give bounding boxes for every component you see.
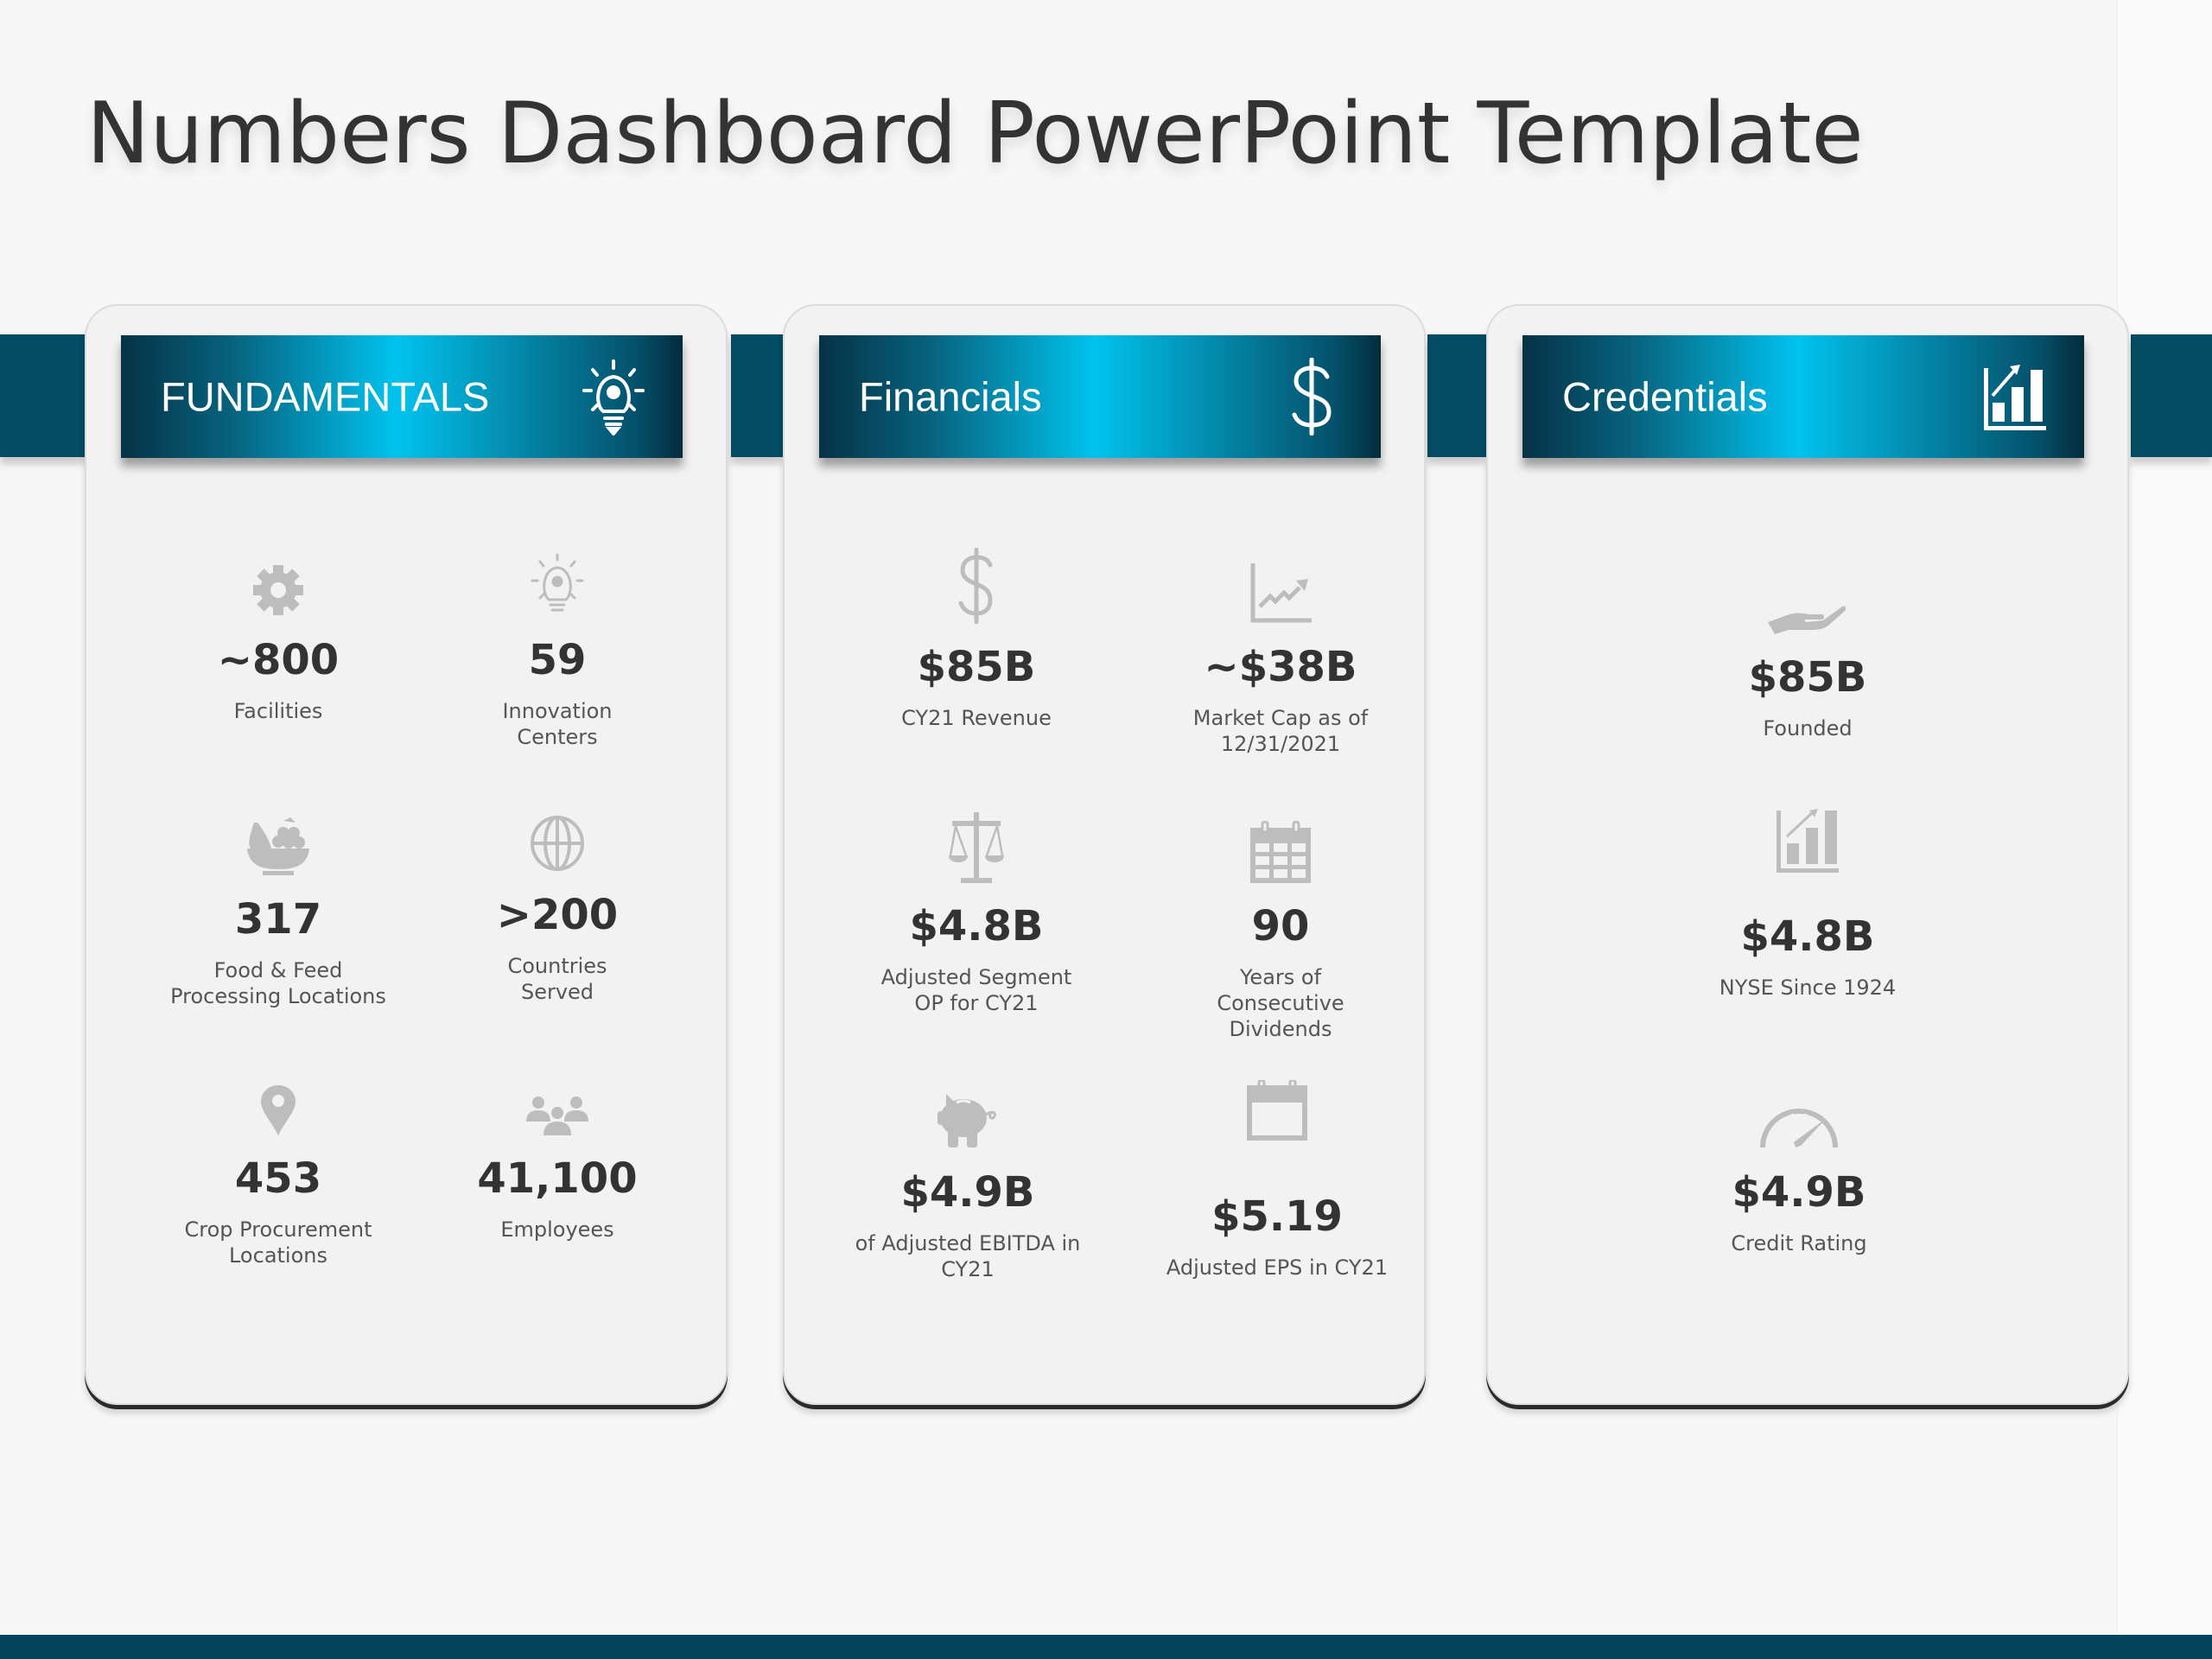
stat-label: of Adjusted EBITDA in CY21 [855,1231,1081,1281]
band-segment-left [0,334,86,457]
stat-value: $85B [917,643,1036,691]
card-credentials: Credentials $85B Founded $4.8B NYSE Sinc… [1486,304,2129,1405]
footer-bar [0,1635,2212,1659]
stat-label: Countries Served [507,954,607,1004]
stat-adjusted-segment-op: $4.8B Adjusted Segment OP for CY21 [830,797,1123,1016]
stat-founded: $85B Founded [1661,548,1955,741]
speedometer-icon [1760,1109,1838,1148]
stat-value: 317 [234,895,322,944]
lightbulb-gear-icon [579,358,648,437]
stat-value: >200 [496,891,619,939]
fruit-bowl-icon [247,817,309,875]
stat-adjusted-eps: $5.19 Adjusted EPS in CY21 [1130,1054,1424,1281]
stat-value: ~$38B [1204,643,1357,691]
stat-credit-rating: $4.9B Credit Rating [1652,1063,1946,1256]
stat-value: 59 [528,636,587,684]
stat-label: Crop Procurement Locations [184,1217,372,1268]
stat-label: NYSE Since 1924 [1719,976,1897,1000]
band-segment-mid-2 [1427,334,1486,457]
card-title: Credentials [1562,373,1768,420]
stat-label: Innovation Centers [502,699,613,749]
stat-processing-locations: 317 Food & Feed Processing Locations [131,790,425,1009]
card-header-credentials: Credentials [1522,335,2084,458]
stat-label: Market Cap as of 12/31/2021 [1192,706,1369,756]
people-icon [526,1096,588,1135]
stat-value: $4.9B [900,1168,1035,1217]
stat-countries-served: >200 Countries Served [410,785,704,1005]
stat-value: $5.19 [1211,1192,1343,1241]
band-segment-mid-1 [731,334,783,457]
card-header-financials: Financials [819,335,1381,458]
calendar-icon [1247,1080,1307,1141]
stat-employees: 41,100 Employees [410,1049,704,1243]
stat-value: $4.9B [1732,1168,1866,1217]
stat-innovation-centers: 59 Innovation Centers [410,531,704,750]
stat-facilities: ~800 Facilities [131,531,425,724]
stat-label: Credit Rating [1731,1231,1867,1255]
bar-chart-growth-icon [1980,358,2050,435]
bar-chart-growth-icon [1777,809,1839,873]
card-title: FUNDAMENTALS [161,373,490,420]
stat-label: Facilities [233,699,323,723]
stat-value: $85B [1748,653,1867,702]
stat-label: Years of Consecutive Dividends [1217,965,1344,1041]
stat-label: Employees [500,1217,614,1242]
stat-label: Adjusted EPS in CY21 [1166,1255,1389,1280]
stat-value: ~800 [217,636,340,684]
stat-label: Founded [1763,716,1853,741]
page-title: Numbers Dashboard PowerPoint Template [86,85,1864,183]
globe-icon [531,816,584,871]
stat-consecutive-dividends: 90 Years of Consecutive Dividends [1134,797,1427,1042]
stat-market-cap: ~$38B Market Cap as of 12/31/2021 [1134,537,1427,757]
lightbulb-icon [531,553,584,612]
stat-value: $4.8B [1740,912,1875,961]
stat-label: Food & Feed Processing Locations [170,958,386,1008]
card-financials: Financials $85B CY21 Revenue ~$38B Marke… [783,304,1426,1405]
stat-adjusted-ebitda: $4.9B of Adjusted EBITDA in CY21 [821,1063,1115,1282]
stat-nyse: $4.8B NYSE Since 1924 [1661,786,1955,1001]
stat-value: 90 [1251,902,1310,950]
scales-icon [949,812,1004,883]
gear-icon [253,565,303,615]
stat-crop-procurement: 453 Crop Procurement Locations [131,1049,425,1268]
line-chart-icon [1250,563,1312,623]
stat-cy21-revenue: $85B CY21 Revenue [830,537,1123,731]
background-panel [2117,0,2212,1633]
dollar-icon [1277,357,1346,436]
location-pin-icon [261,1085,296,1135]
stat-label: CY21 Revenue [901,706,1052,730]
stat-label: Adjusted Segment OP for CY21 [880,965,1072,1015]
card-fundamentals: FUNDAMENTALS ~800 Facilities 59 Innovati… [85,304,728,1405]
card-header-fundamentals: FUNDAMENTALS [121,335,683,458]
stat-value: 41,100 [477,1154,638,1203]
calendar-grid-icon [1250,821,1311,883]
stat-value: 453 [234,1154,322,1203]
open-hand-icon [1768,606,1847,634]
piggy-bank-icon [938,1094,996,1147]
stat-value: $4.8B [909,902,1044,950]
dollar-icon [958,548,993,624]
band-segment-right [2131,334,2212,457]
card-title: Financials [859,373,1042,420]
